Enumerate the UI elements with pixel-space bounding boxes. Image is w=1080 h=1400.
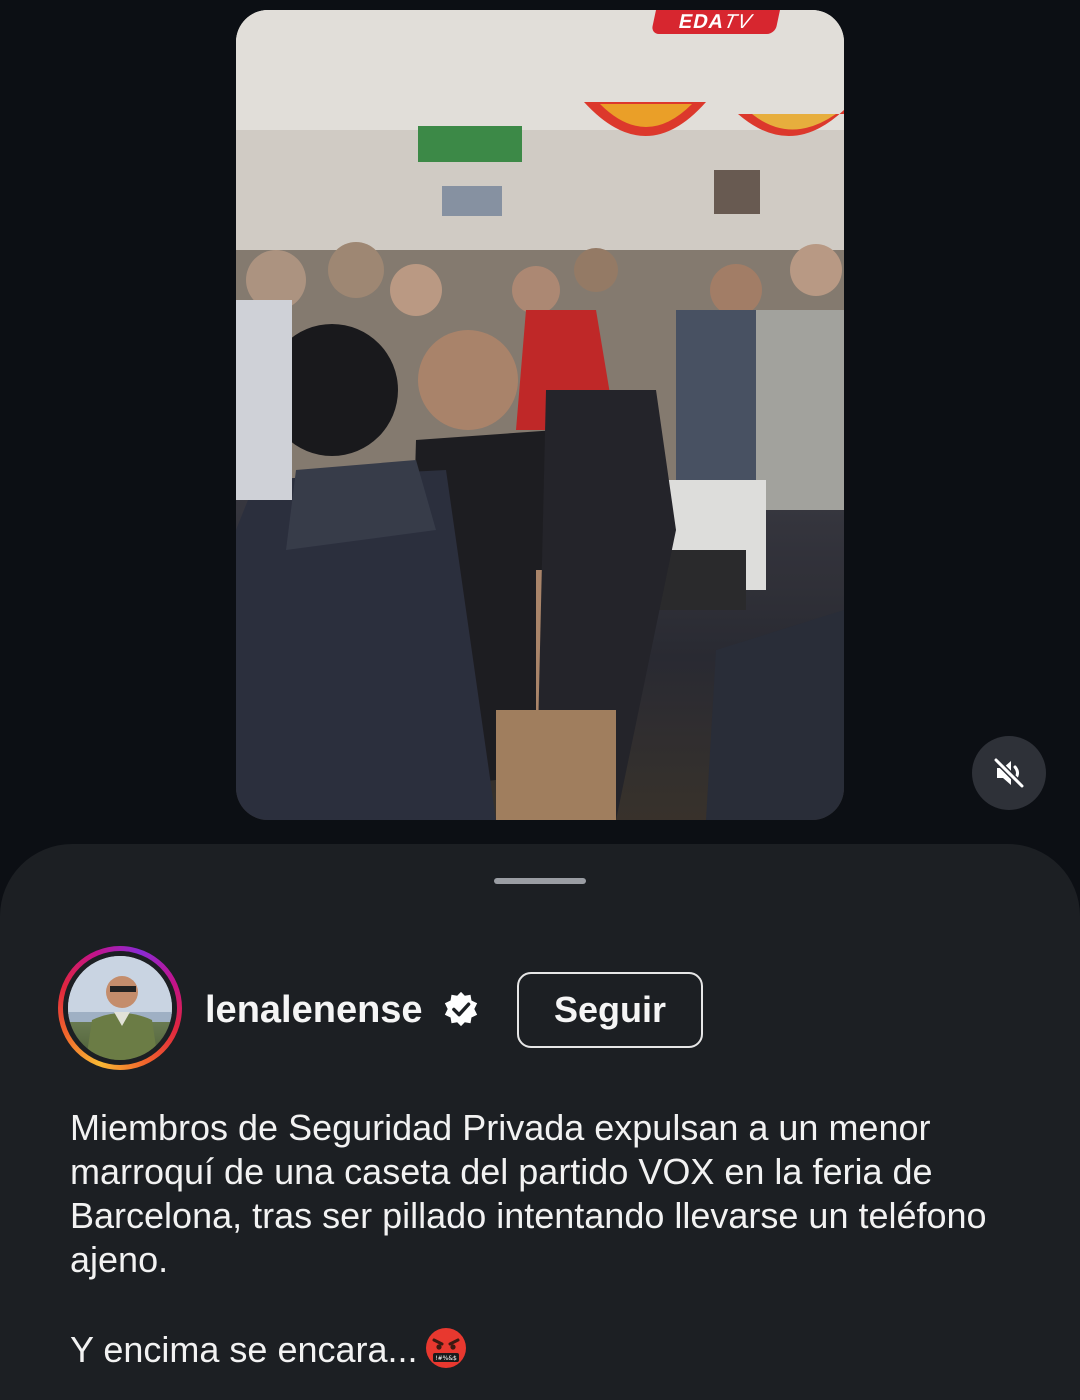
watermark-brand: EDA [676, 11, 727, 33]
avatar [68, 956, 172, 1060]
profile-story-ring[interactable] [58, 946, 182, 1070]
speaker-muted-icon [993, 757, 1025, 789]
reel-screen: EDATV lenalenense Seguir Miembros de Seg… [0, 0, 1080, 1400]
face-with-symbols-on-mouth-emoji: !#%&$ [425, 1328, 466, 1368]
follow-button[interactable]: Seguir [517, 972, 703, 1048]
svg-text:!#%&$: !#%&$ [435, 1355, 457, 1362]
sheet-drag-handle[interactable] [494, 878, 586, 884]
post-info-sheet: lenalenense Seguir Miembros de Seguridad… [0, 844, 1080, 1400]
post-caption: Miembros de Seguridad Privada expulsan a… [70, 1106, 1030, 1372]
video-frame [236, 10, 844, 820]
video-player[interactable]: EDATV [236, 10, 844, 820]
watermark-suffix: TV [721, 11, 755, 33]
verified-badge-icon [444, 991, 478, 1027]
post-username[interactable]: lenalenense [205, 988, 423, 1032]
caption-text: Y encima se encara... [70, 1329, 418, 1370]
caption-paragraph-2: Y encima se encara... !#%&$ [70, 1326, 1030, 1372]
caption-paragraph: Miembros de Seguridad Privada expulsan a… [70, 1107, 987, 1280]
mute-toggle-button[interactable] [972, 736, 1046, 810]
video-watermark: EDATV [650, 10, 780, 34]
